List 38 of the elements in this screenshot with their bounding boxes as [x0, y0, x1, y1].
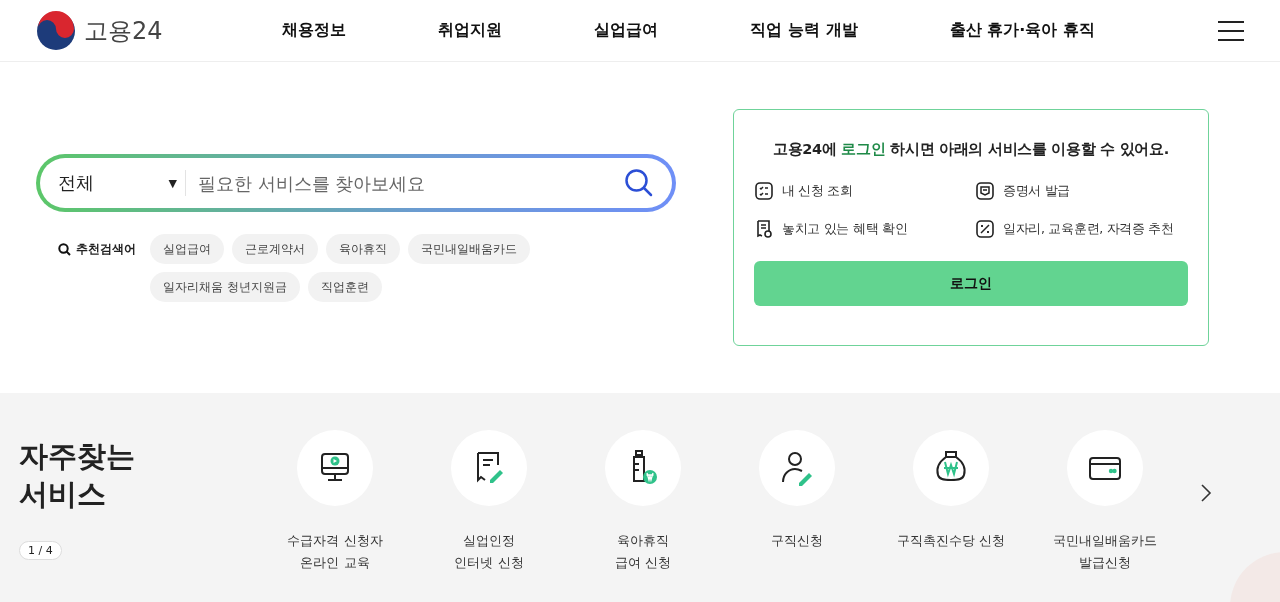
caret-icon: ▼: [168, 176, 177, 190]
nav-item[interactable]: 취업지원: [438, 20, 503, 41]
feature-text: 놓치고 있는 혜택 확인: [782, 220, 908, 238]
service-label[interactable]: 국민내일배움카드 발급신청: [1053, 530, 1157, 574]
service-label[interactable]: 구직신청: [771, 530, 823, 552]
search-field[interactable]: 필요한 서비스를 찾아보세요: [186, 171, 624, 195]
service-label[interactable]: 구직촉진수당 신청: [896, 530, 1006, 552]
search-icon[interactable]: [624, 168, 654, 198]
logo-icon[interactable]: [36, 10, 76, 51]
logo-text[interactable]: 고용24: [84, 14, 163, 47]
feature-text: 일자리, 교육훈련, 자격증 추천: [1003, 220, 1174, 238]
page-indicator: 1 / 4: [19, 541, 62, 561]
keyword-chip[interactable]: 국민내일배움카드: [408, 234, 530, 264]
service-label[interactable]: 수급자격 신청자 온라인 교육: [287, 530, 383, 574]
certificate-icon: [975, 181, 995, 201]
keyword-chip[interactable]: 근로계약서: [232, 234, 318, 264]
nav-item[interactable]: 출산 휴가·육아 휴직: [949, 20, 1095, 41]
nav-item[interactable]: 채용정보: [282, 20, 346, 41]
chevron-right-icon[interactable]: [1200, 483, 1212, 503]
recommended-label: 추천검색어: [76, 240, 136, 258]
feature-text: 내 신청 조회: [782, 182, 853, 200]
checklist-icon: [754, 181, 774, 201]
menu-icon[interactable]: [1218, 20, 1244, 41]
nav-item[interactable]: 직업 능력 개발: [750, 20, 858, 41]
keyword-chip[interactable]: 육아휴직: [326, 234, 400, 264]
login-heading: 고용24에 로그인 하시면 아래의 서비스를 이용할 수 있어요.: [771, 140, 1171, 159]
service-label[interactable]: 육아휴직 급여 신청: [614, 530, 672, 574]
nav-item[interactable]: 실업급여: [594, 20, 659, 41]
login-button[interactable]: 로그인: [754, 261, 1188, 306]
keyword-chip[interactable]: 일자리채움 청년지원금: [150, 272, 300, 302]
section-title: 자주찾는 서비스: [19, 438, 136, 513]
feature-text: 증명서 발급: [1003, 182, 1071, 200]
service-label[interactable]: 실업인정 인터넷 신청: [454, 530, 524, 574]
keyword-chip[interactable]: 실업급여: [150, 234, 224, 264]
search-icon: [58, 242, 71, 256]
scope-dropdown[interactable]: 전체 ▼: [58, 170, 186, 196]
keyword-chip[interactable]: 직업훈련: [307, 272, 382, 302]
receipt-icon: [754, 219, 774, 239]
